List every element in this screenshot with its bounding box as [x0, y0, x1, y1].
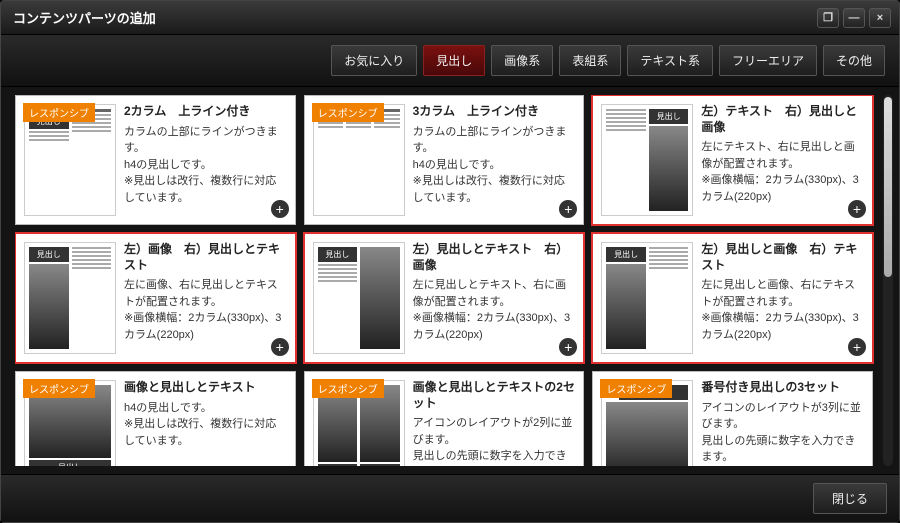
card-description: カラムの上部にラインがつきます。h4の見出しです。※見出しは改行、複数行に対応し… — [124, 124, 287, 207]
card-thumbnail: 見出し見出しレスポンシブ — [313, 380, 405, 466]
card-body: 画像と見出しとテキスト h4の見出しです。※見出しは改行、複数行に対応しています。 — [124, 380, 287, 466]
responsive-badge: レスポンシブ — [312, 379, 384, 398]
card-thumbnail: 見出しレスポンシブ — [24, 104, 116, 216]
tab-3[interactable]: 表組系 — [559, 45, 621, 76]
parts-card[interactable]: 見出し左）テキスト 右）見出しと画像左にテキスト、右に見出しと画像が配置されます… — [592, 95, 873, 225]
parts-card[interactable]: 見出し見出しレスポンシブ画像と見出しとテキストの2セットアイコンのレイアウトが2… — [304, 371, 585, 466]
category-tabs: お気に入り見出し画像系表組系テキスト系フリーエリアその他 — [1, 35, 899, 87]
tab-0[interactable]: お気に入り — [331, 45, 417, 76]
cards-grid: 見出しレスポンシブ2カラム 上ライン付きカラムの上部にラインがつきます。h4の見… — [15, 95, 873, 466]
card-description: アイコンのレイアウトが2列に並びます。見出しの先頭に数字を入力できます。 — [413, 415, 576, 466]
add-button[interactable]: + — [848, 338, 866, 356]
vertical-scrollbar[interactable] — [883, 95, 893, 466]
card-body: 左）テキスト 右）見出しと画像左にテキスト、右に見出しと画像が配置されます。※画… — [701, 104, 864, 216]
card-body: 番号付き見出しの3セットアイコンのレイアウトが3列に並びます。見出しの先頭に数字… — [701, 380, 864, 466]
content-area: 見出しレスポンシブ2カラム 上ライン付きカラムの上部にラインがつきます。h4の見… — [1, 87, 899, 474]
close-button[interactable]: 閉じる — [813, 483, 887, 514]
cards-scroll[interactable]: 見出しレスポンシブ2カラム 上ライン付きカラムの上部にラインがつきます。h4の見… — [15, 95, 879, 466]
card-title: 2カラム 上ライン付き — [124, 104, 287, 120]
tab-2[interactable]: 画像系 — [491, 45, 553, 76]
card-title: 左）テキスト 右）見出しと画像 — [701, 104, 864, 135]
responsive-badge: レスポンシブ — [600, 379, 672, 398]
card-thumbnail: 見出し — [601, 104, 693, 216]
parts-card[interactable]: 1見出しレスポンシブ番号付き見出しの3セットアイコンのレイアウトが3列に並びます… — [592, 371, 873, 466]
card-title: 画像と見出しとテキストの2セット — [413, 380, 576, 411]
card-body: 画像と見出しとテキストの2セットアイコンのレイアウトが2列に並びます。見出しの先… — [413, 380, 576, 466]
card-thumbnail: 見出し — [313, 242, 405, 354]
tab-1[interactable]: 見出し — [423, 45, 485, 76]
parts-card[interactable]: 見出し左）画像 右）見出しとテキスト左に画像、右に見出しとテキストが配置されます… — [15, 233, 296, 363]
card-description: 左に画像、右に見出しとテキストが配置されます。※画像横幅：2カラム(330px)… — [124, 277, 287, 343]
add-button[interactable]: + — [271, 200, 289, 218]
responsive-badge: レスポンシブ — [312, 103, 384, 122]
add-button[interactable]: + — [848, 200, 866, 218]
card-thumbnail: レスポンシブ — [313, 104, 405, 216]
close-window-button[interactable]: × — [869, 8, 891, 28]
card-thumbnail: 見出し — [24, 242, 116, 354]
scrollbar-thumb[interactable] — [884, 97, 892, 277]
card-body: 2カラム 上ライン付きカラムの上部にラインがつきます。h4の見出しです。※見出し… — [124, 104, 287, 216]
responsive-badge: レスポンシブ — [23, 103, 95, 122]
maximize-icon: ❐ — [823, 11, 833, 24]
card-title: 左）見出しとテキスト 右）画像 — [413, 242, 576, 273]
parts-card[interactable]: 見出し左）見出しとテキスト 右）画像左に見出しとテキスト、右に画像が配置されます… — [304, 233, 585, 363]
parts-card[interactable]: 見出しレスポンシブ2カラム 上ライン付きカラムの上部にラインがつきます。h4の見… — [15, 95, 296, 225]
dialog-window: コンテンツパーツの追加 ❐ — × お気に入り見出し画像系表組系テキスト系フリー… — [0, 0, 900, 523]
add-button[interactable]: + — [271, 338, 289, 356]
responsive-badge: レスポンシブ — [23, 379, 95, 398]
minimize-button[interactable]: — — [843, 8, 865, 28]
card-body: 左）見出しと画像 右）テキスト左に見出しと画像、右にテキストが配置されます。※画… — [701, 242, 864, 354]
parts-card[interactable]: 見出し左）見出しと画像 右）テキスト左に見出しと画像、右にテキストが配置されます… — [592, 233, 873, 363]
card-thumbnail: 見出し — [601, 242, 693, 354]
card-description: 左に見出しと画像、右にテキストが配置されます。※画像横幅：2カラム(330px)… — [701, 277, 864, 343]
minimize-icon: — — [849, 12, 860, 24]
card-description: アイコンのレイアウトが3列に並びます。見出しの先頭に数字を入力できます。 — [701, 400, 864, 466]
card-title: 番号付き見出しの3セット — [701, 380, 864, 396]
card-description: h4の見出しです。※見出しは改行、複数行に対応しています。 — [124, 400, 287, 450]
tab-5[interactable]: フリーエリア — [719, 45, 817, 76]
card-title: 左）画像 右）見出しとテキスト — [124, 242, 287, 273]
card-body: 左）画像 右）見出しとテキスト左に画像、右に見出しとテキストが配置されます。※画… — [124, 242, 287, 354]
card-description: 左にテキスト、右に見出しと画像が配置されます。※画像横幅：2カラム(330px)… — [701, 139, 864, 205]
card-thumbnail: 見出しレスポンシブ — [24, 380, 116, 466]
tab-4[interactable]: テキスト系 — [627, 45, 713, 76]
maximize-button[interactable]: ❐ — [817, 8, 839, 28]
card-thumbnail: 1見出しレスポンシブ — [601, 380, 693, 466]
parts-card[interactable]: 見出しレスポンシブ画像と見出しとテキスト h4の見出しです。※見出しは改行、複数行… — [15, 371, 296, 466]
card-body: 3カラム 上ライン付きカラムの上部にラインがつきます。h4の見出しです。※見出し… — [413, 104, 576, 216]
tab-6[interactable]: その他 — [823, 45, 885, 76]
parts-card[interactable]: レスポンシブ 3カラム 上ライン付きカラムの上部にラインがつきます。h4の見出しで… — [304, 95, 585, 225]
card-description: カラムの上部にラインがつきます。h4の見出しです。※見出しは改行、複数行に対応し… — [413, 124, 576, 207]
titlebar: コンテンツパーツの追加 ❐ — × — [1, 1, 899, 35]
window-title: コンテンツパーツの追加 — [13, 8, 156, 27]
close-icon: × — [877, 12, 883, 24]
card-description: 左に見出しとテキスト、右に画像が配置されます。※画像横幅：2カラム(330px)… — [413, 277, 576, 343]
card-title: 3カラム 上ライン付き — [413, 104, 576, 120]
card-body: 左）見出しとテキスト 右）画像左に見出しとテキスト、右に画像が配置されます。※画… — [413, 242, 576, 354]
dialog-footer: 閉じる — [1, 474, 899, 522]
card-title: 左）見出しと画像 右）テキスト — [701, 242, 864, 273]
card-title: 画像と見出しとテキスト — [124, 380, 287, 396]
